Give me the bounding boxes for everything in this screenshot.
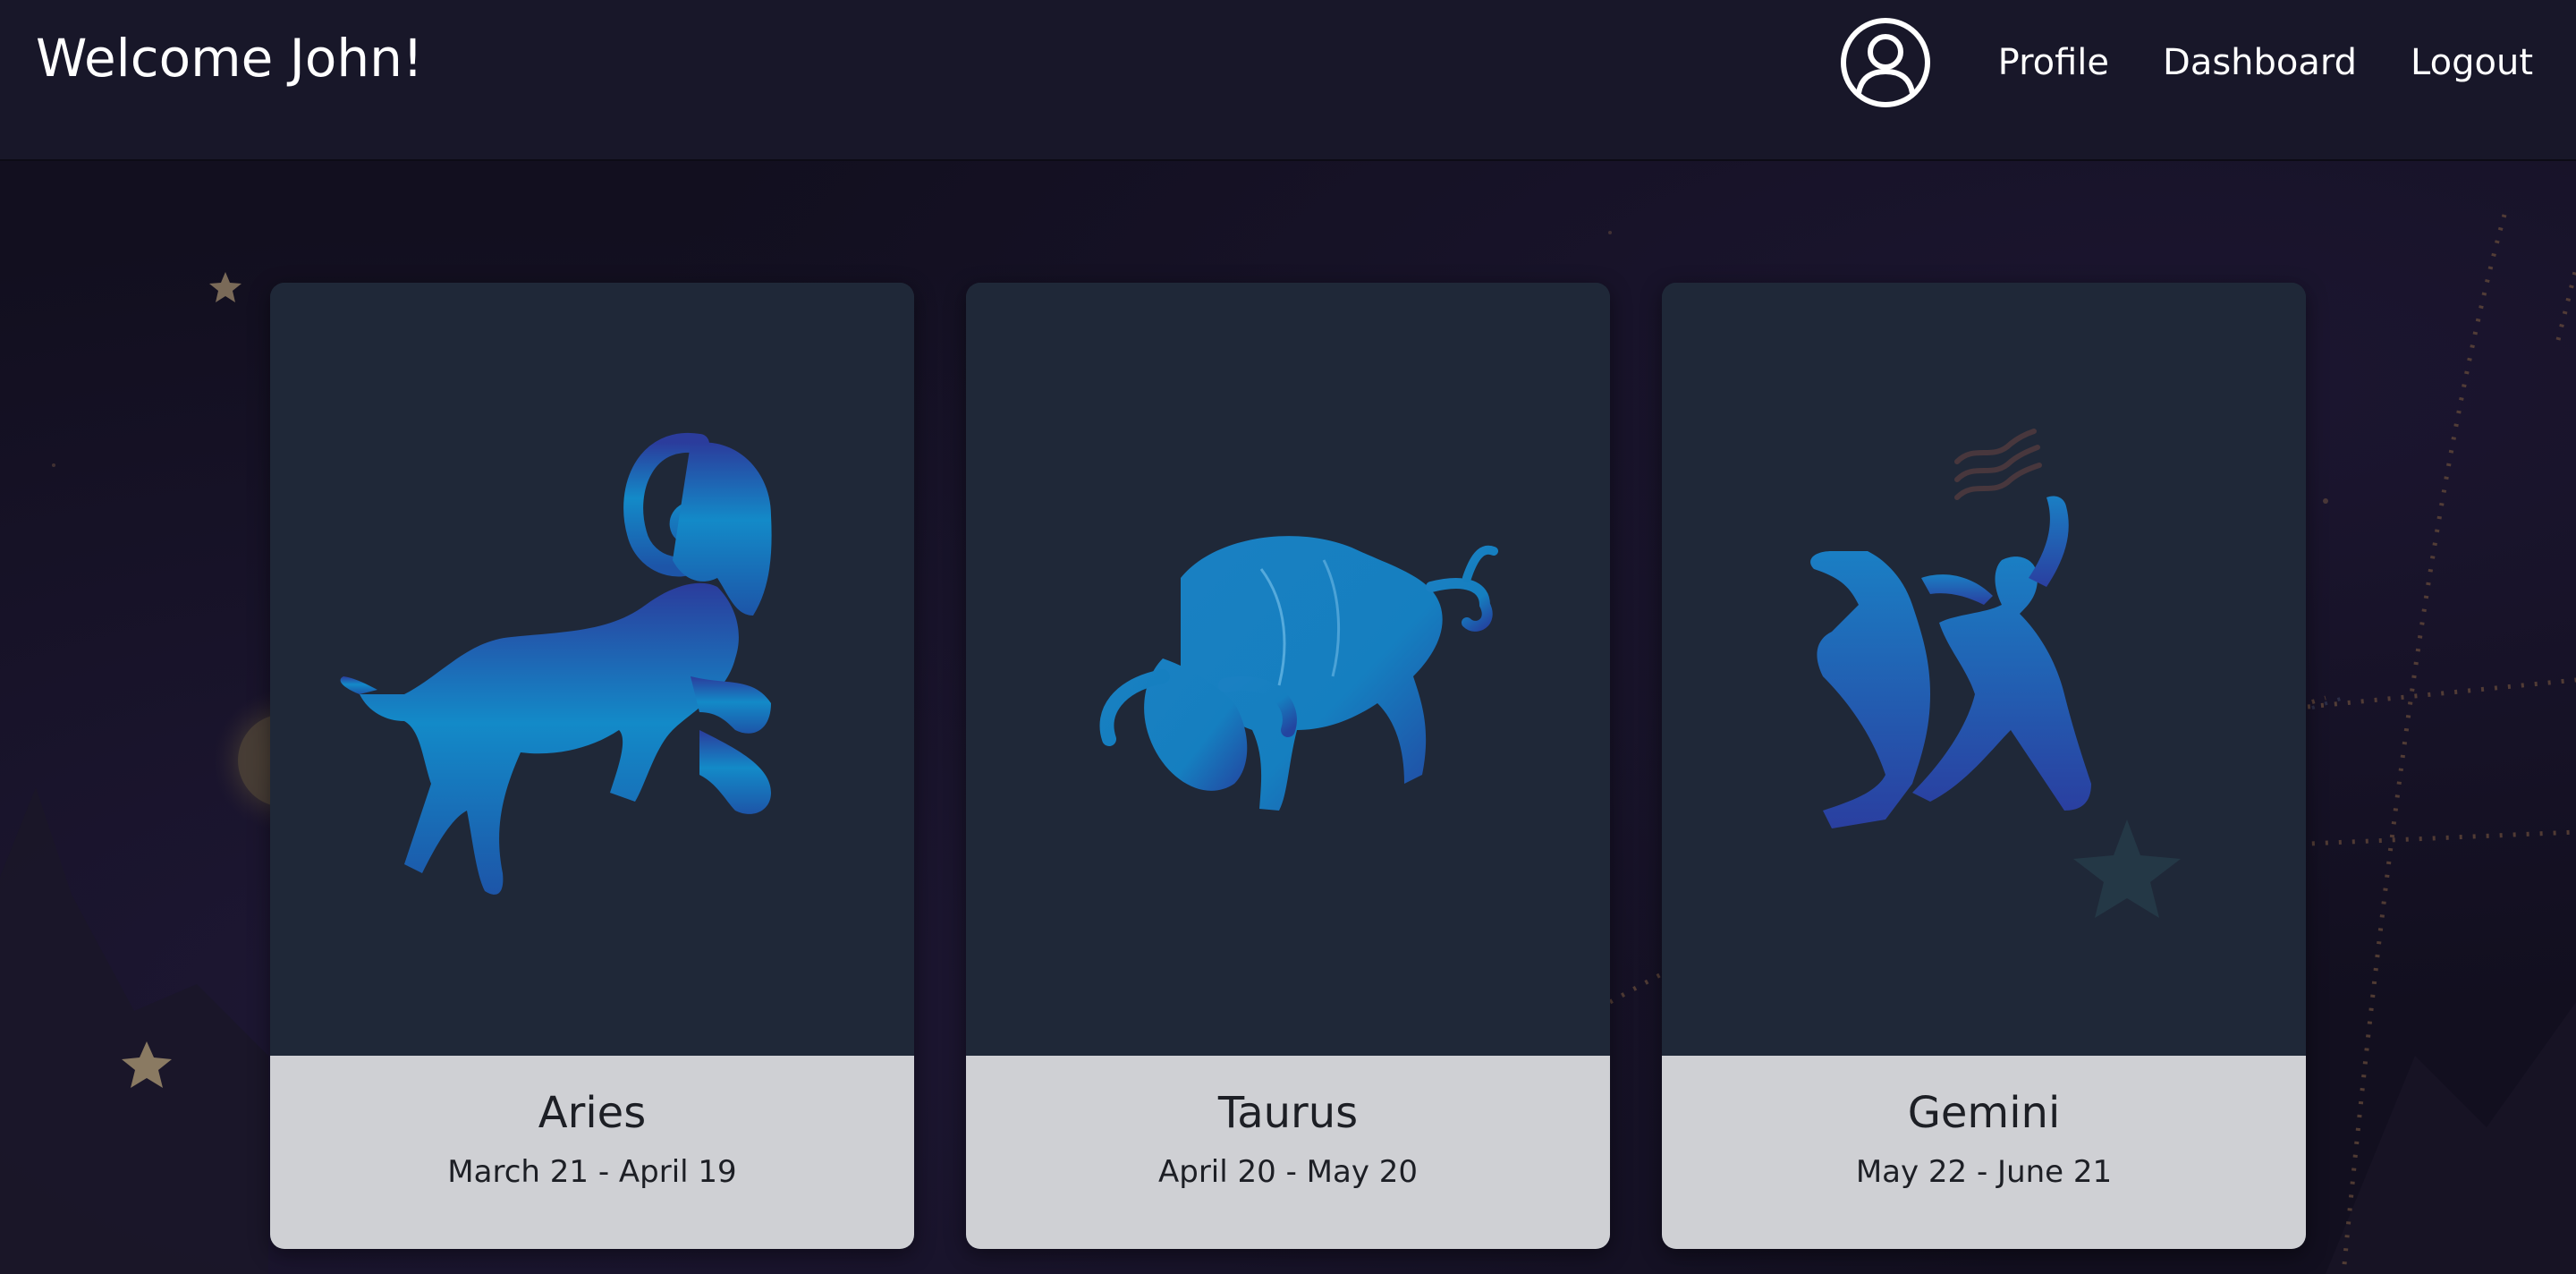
user-circle-icon[interactable] (1839, 16, 1932, 109)
nav-link-dashboard[interactable]: Dashboard (2163, 36, 2357, 89)
card-body: Aries March 21 - April 19 (270, 1056, 914, 1249)
nav-right: Profile Dashboard Logout (1839, 16, 2533, 109)
page: Welcome John! Profile Dashboard Logout A… (0, 0, 2576, 1274)
card-image (966, 283, 1610, 1056)
twins-icon (1810, 429, 2181, 918)
card-dates: March 21 - April 19 (447, 1154, 737, 1190)
card-title: Aries (538, 1088, 647, 1138)
nav-link-logout[interactable]: Logout (2411, 36, 2533, 89)
card-dates: April 20 - May 20 (1157, 1154, 1419, 1190)
zodiac-card-aries[interactable]: Aries March 21 - April 19 (270, 283, 914, 1249)
zodiac-card-taurus[interactable]: Taurus April 20 - May 20 (966, 283, 1610, 1249)
card-body: Gemini May 22 - June 21 (1662, 1056, 2306, 1249)
card-body: Taurus April 20 - May 20 (966, 1056, 1610, 1249)
card-title: Taurus (1217, 1088, 1359, 1138)
card-dates: May 22 - June 21 (1855, 1154, 2113, 1190)
ram-icon (340, 432, 772, 895)
card-image (1662, 283, 2306, 1056)
welcome-message: Welcome John! (36, 28, 424, 89)
nav-link-profile[interactable]: Profile (1998, 36, 2109, 89)
bull-icon (1099, 536, 1498, 811)
navbar: Welcome John! Profile Dashboard Logout (0, 0, 2576, 161)
card-image (270, 283, 914, 1056)
zodiac-card-gemini[interactable]: Gemini May 22 - June 21 (1662, 283, 2306, 1249)
card-title: Gemini (1907, 1088, 2061, 1138)
